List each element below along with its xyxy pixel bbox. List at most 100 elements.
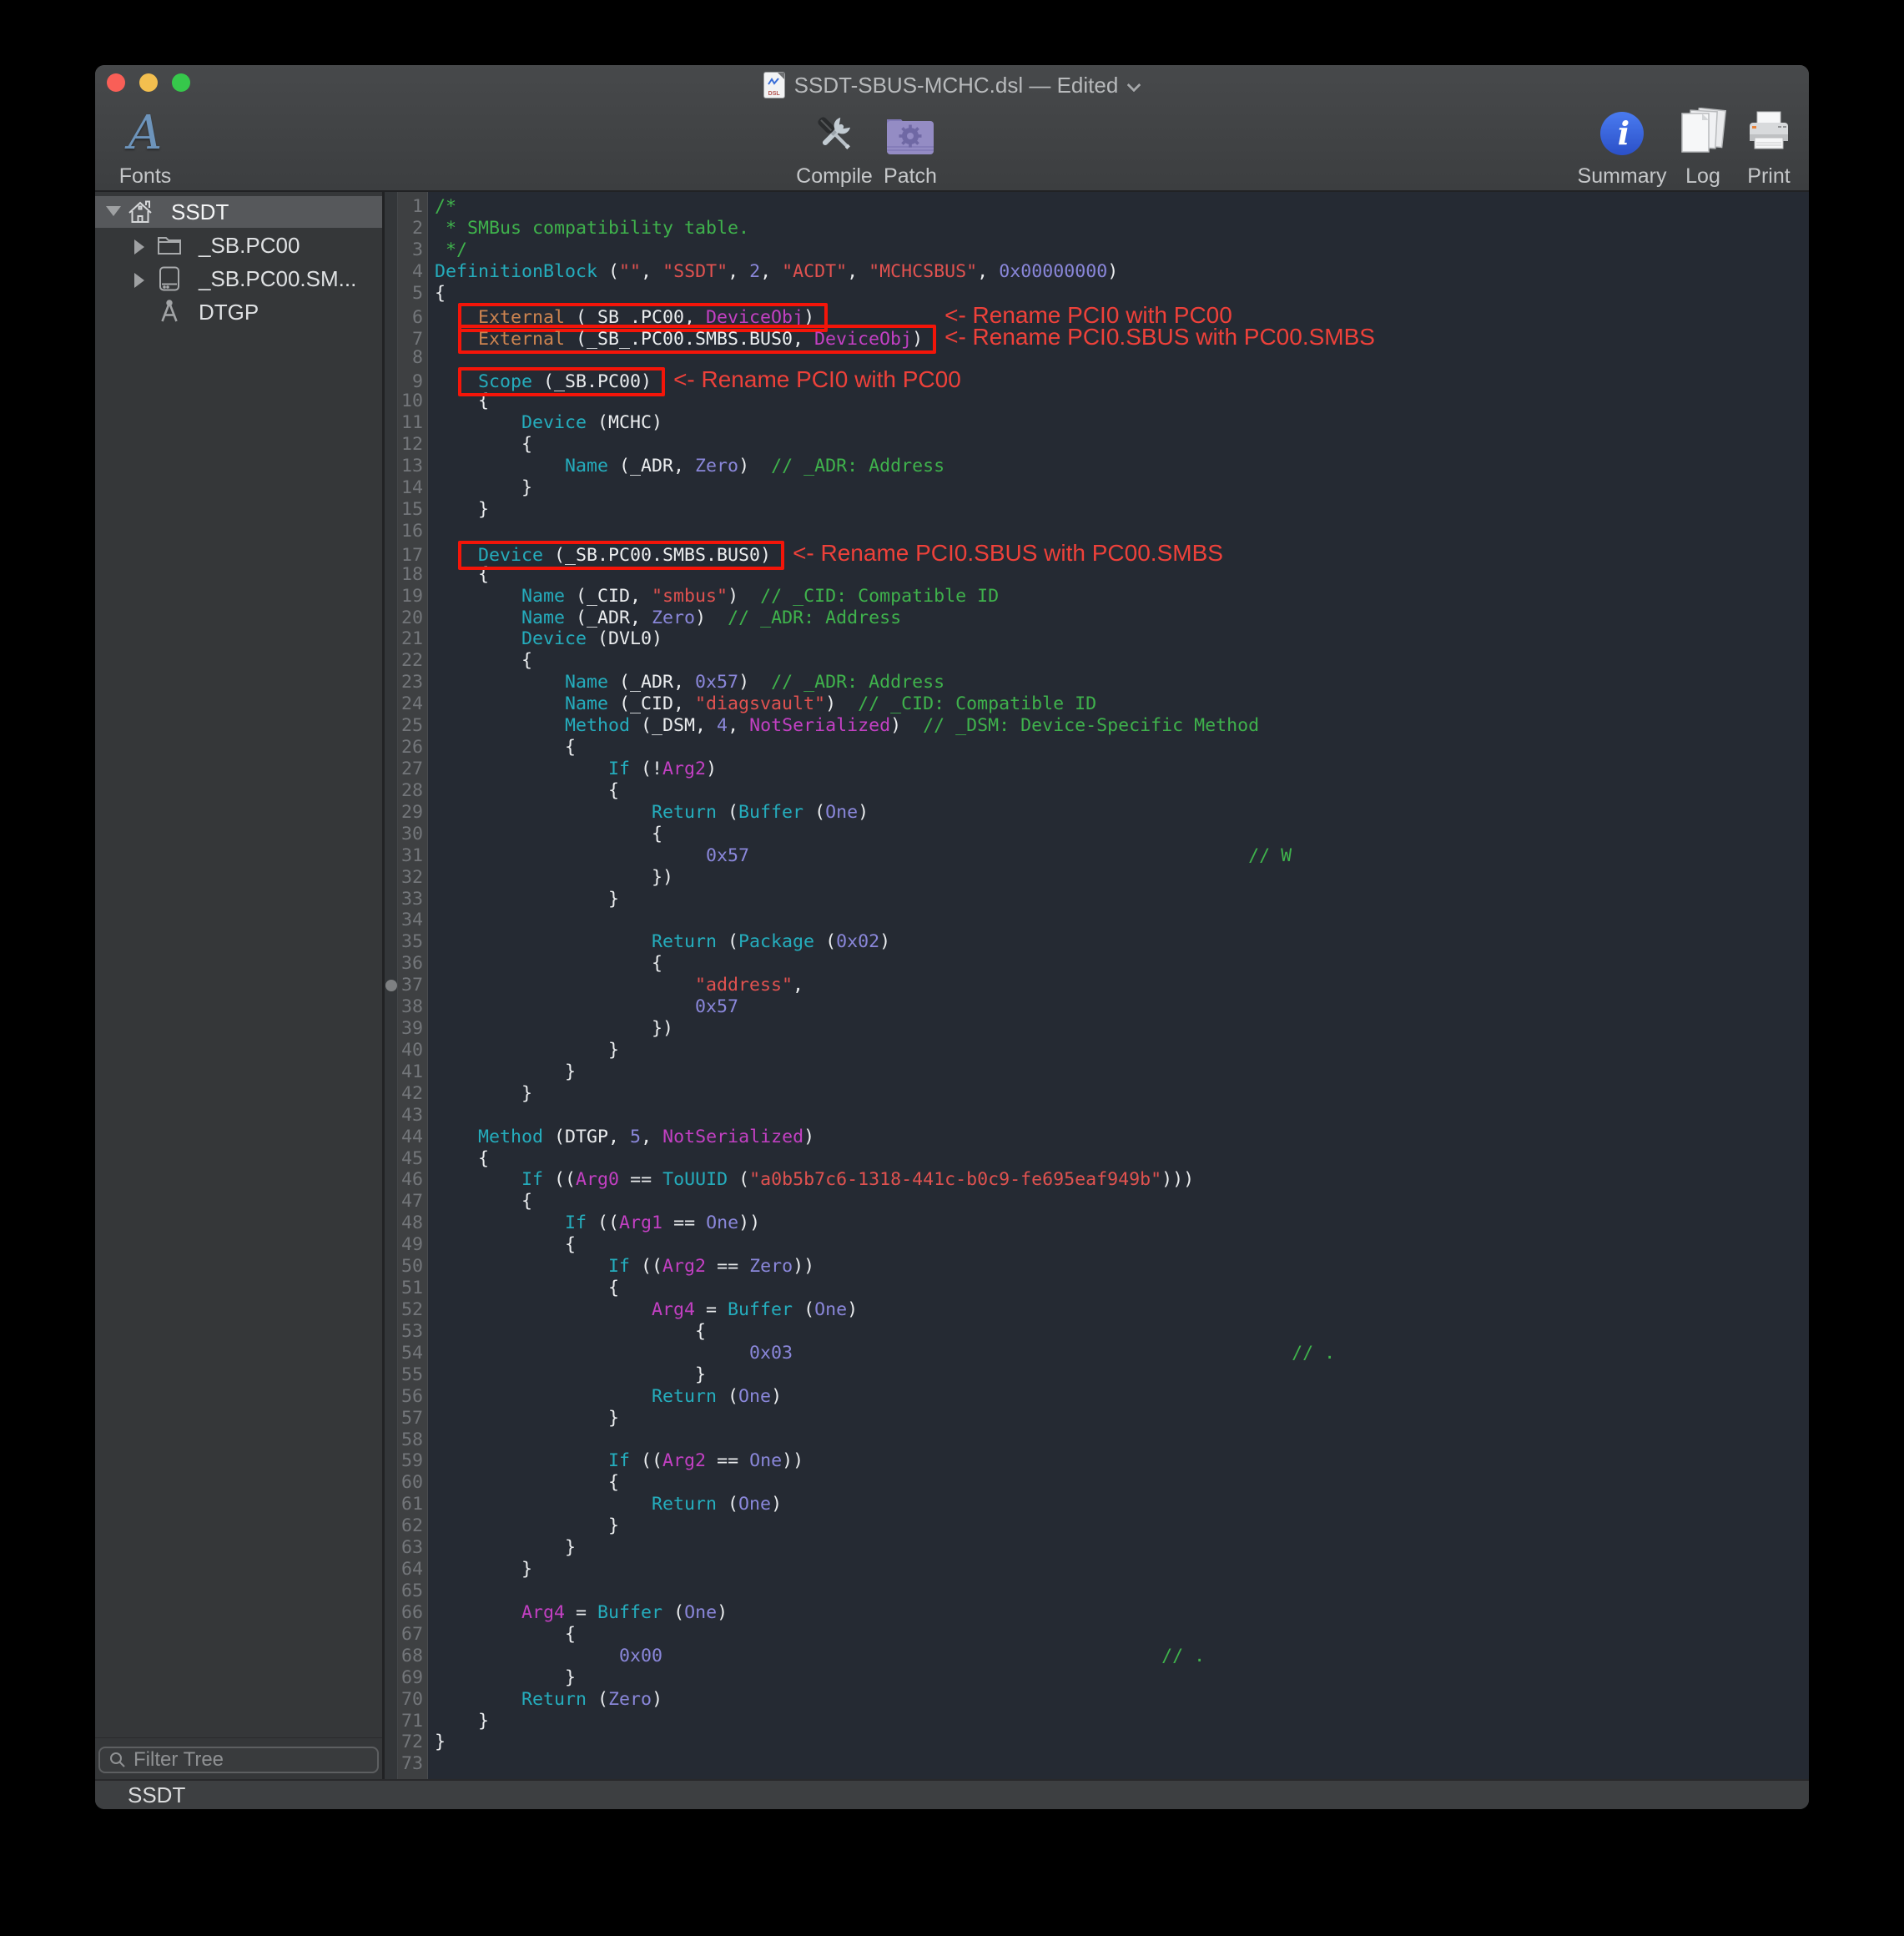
filter-tree-input[interactable]: Filter Tree [98,1747,379,1773]
code-line: 71 } [385,1711,1809,1732]
line-number: 13 [385,456,428,477]
disclosure-closed-icon[interactable] [134,273,144,288]
code-token: , [641,1127,662,1147]
line-number: 21 [385,628,428,650]
disclosure-closed-icon[interactable] [134,239,144,255]
code-token: "address" [695,975,793,996]
code-line: 25 Method (_DSM, 4, NotSerialized) // _D… [385,715,1809,737]
code-token: If [565,1213,587,1233]
code-token: If [608,759,630,779]
document-icon: DSL [764,73,784,98]
device-icon [156,265,183,292]
line-number: 29 [385,802,428,824]
line-number: 52 [385,1299,428,1321]
code-token: 5 [630,1127,641,1147]
code-token: ( [803,802,825,823]
svg-text:i: i [1618,114,1629,152]
line-number: 15 [385,499,428,521]
code-token: Return [521,1689,587,1710]
code-token: 0x00 [619,1646,662,1666]
code-token: Device [521,628,587,649]
code-editor[interactable]: 1/*2 * SMBus compatibility table.3 */4De… [385,192,1809,1779]
fonts-icon: A [128,110,162,157]
disclosure-open-icon[interactable] [106,206,121,216]
line-number: 51 [385,1278,428,1299]
sidebar-item-ssdt[interactable]: SSDT [95,196,382,228]
code-line: 59 If ((Arg2 == One)) [385,1450,1809,1472]
code-token [435,628,521,649]
code-token: (MCHC) [587,412,662,433]
toolbar-item-patch[interactable]: Patch [852,105,969,189]
toolbar-item-print[interactable]: Print [1710,105,1809,189]
code-line: 61 Return (One) [385,1494,1809,1515]
line-number: 68 [385,1646,428,1667]
line-number: 62 [385,1515,428,1537]
code-token: Zero [695,456,738,476]
line-number: 64 [385,1559,428,1581]
line-number: 4 [385,261,428,283]
code-token: One [738,1386,771,1407]
code-token: ( [587,1689,608,1710]
code-token: // _ADR: Address [728,608,901,628]
patch-folder-icon [884,105,937,161]
code-line: 49 { [385,1234,1809,1256]
code-token [435,996,695,1017]
code-line: 66 Arg4 = Buffer (One) [385,1602,1809,1624]
code-token: "diagsvault" [695,693,825,714]
rename-annotation: <- Rename PCI0 with PC00 [673,366,961,392]
code-line: 11 Device (MCHC) [385,412,1809,434]
code-line: 63 } [385,1537,1809,1559]
method-icon [156,299,183,325]
code-token: )) [738,1213,760,1233]
code-line: 56 Return (One) [385,1386,1809,1408]
sidebar-item--sb-pc00[interactable]: _SB.PC00 [95,229,382,261]
code-token: One [825,802,858,823]
code-token: { [435,434,532,455]
code-token: Scope [478,371,532,392]
code-token: ) [1107,261,1118,282]
sidebar: SSDT _SB.PC00 _SB.PC00.SM...DTGP Filter Tr… [95,192,382,1779]
code-line: 21 Device (DVL0) [385,628,1809,650]
code-token: (DVL0) [587,628,662,649]
toolbar-item-fonts[interactable]: A Fonts [95,105,204,189]
home-icon [127,199,154,225]
code-token: == [619,1169,662,1190]
code-token: (( [630,1256,662,1277]
code-line: 15 } [385,499,1809,521]
code-token: Buffer [738,802,803,823]
line-number: 12 [385,434,428,456]
folder-icon [156,232,183,259]
code-line: 44 Method (DTGP, 5, NotSerialized) [385,1127,1809,1148]
code-token: ( [717,802,738,823]
code-token: ( [814,931,836,952]
code-token: } [435,1408,619,1429]
code-token: == [706,1450,749,1471]
code-line: 64 } [385,1559,1809,1581]
code-token [749,845,1248,866]
code-line: 20 Name (_ADR, Zero) // _ADR: Address [385,608,1809,629]
line-number: 56 [385,1386,428,1408]
line-number: 50 [385,1256,428,1278]
code-token: ) [728,586,760,607]
code-token: { [435,1472,619,1493]
printer-icon [1745,105,1793,161]
code-token: )) [782,1450,803,1471]
rename-highlight-box: Scope (_SB.PC00) [458,367,665,396]
line-number: 60 [385,1472,428,1494]
code-token: Arg4 [521,1602,565,1623]
line-number: 10 [385,391,428,412]
code-line: 42 } [385,1083,1809,1105]
sidebar-item--sb-pc00-sm-[interactable]: _SB.PC00.SM... [95,263,382,295]
sidebar-item-label: _SB.PC00 [199,233,300,259]
line-number: 61 [385,1494,428,1515]
chevron-down-icon[interactable] [1128,77,1140,88]
sidebar-item-dtgp[interactable]: DTGP [95,296,382,328]
code-line: 17 Device (_SB.PC00.SMBS.BUS0) <- Rename… [385,542,1809,564]
code-line: 26 { [385,737,1809,759]
line-number: 18 [385,564,428,586]
code-line: 19 Name (_CID, "smbus") // _CID: Compati… [385,586,1809,608]
code-token: ) [706,759,717,779]
line-number: 28 [385,780,428,802]
line-number: 67 [385,1624,428,1646]
code-token [435,412,521,433]
